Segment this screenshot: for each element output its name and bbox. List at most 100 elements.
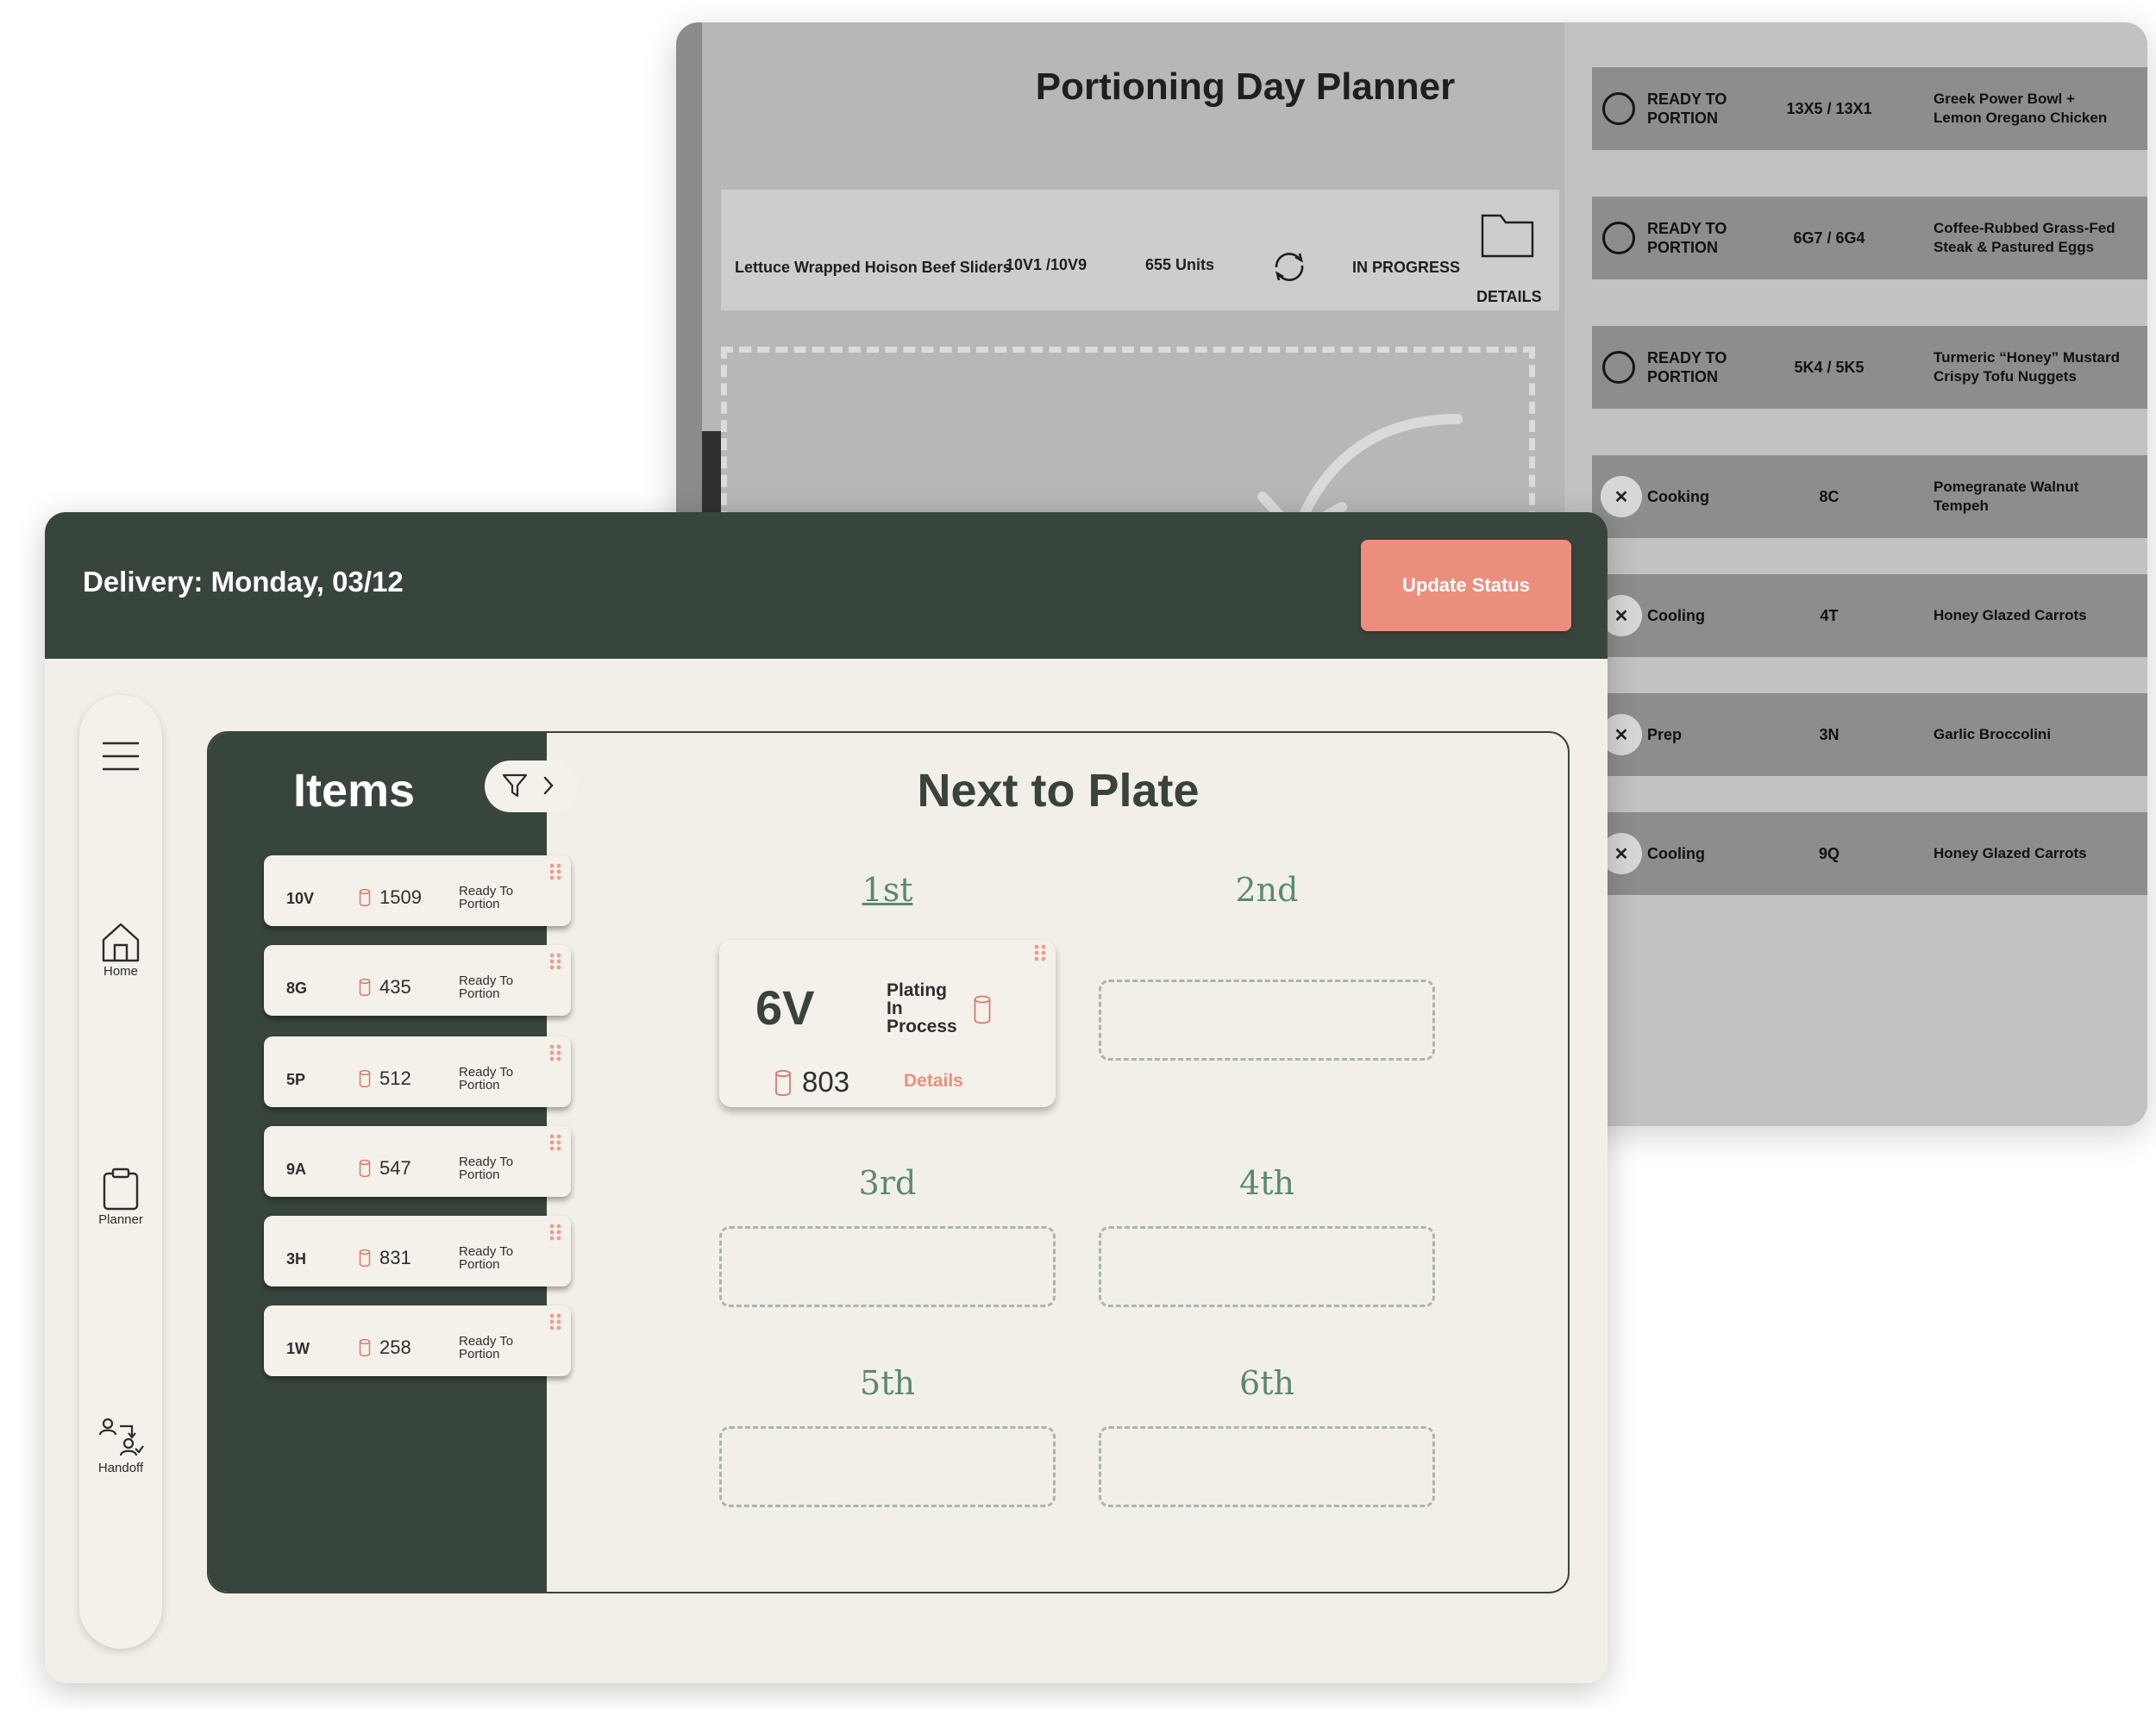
- item-status: Ready To Portion: [459, 1155, 513, 1181]
- drag-handle-icon[interactable]: [548, 1043, 562, 1062]
- queue-row[interactable]: READY TO PORTION 13X5 / 13X1 Greek Power Bo…: [1592, 67, 2147, 150]
- slot-label-1st[interactable]: 1st: [719, 871, 1056, 909]
- container-icon: [359, 888, 371, 907]
- item-count: 512: [379, 1067, 411, 1089]
- slot-label-6th: 6th: [1239, 1364, 1294, 1402]
- item-card[interactable]: 8G 435 Ready To Portion: [264, 945, 571, 1016]
- item-card[interactable]: 5P 512 Ready To Portion: [264, 1036, 571, 1107]
- folder-icon[interactable]: [1480, 209, 1535, 259]
- item-code: 8G: [286, 980, 308, 997]
- queue-status: READY TO PORTION: [1647, 326, 1768, 409]
- empty-slot-3rd[interactable]: [719, 1226, 1056, 1307]
- item-status-line: Portion: [459, 1078, 500, 1092]
- home-icon: [102, 923, 140, 962]
- active-item-status: Plating In Process: [887, 981, 981, 1036]
- current-batch-row[interactable]: Lettuce Wrapped Hoison Beef Sliders 10V1…: [721, 190, 1559, 310]
- active-item-code: 6V: [755, 980, 815, 1035]
- active-plate-card[interactable]: 6V Plating In Process 803 Details: [719, 940, 1056, 1107]
- batch-queue-panel: READY TO PORTION 13X5 / 13X1 Greek Power Bo…: [1564, 22, 2147, 1126]
- item-card[interactable]: 3H 831 Ready To Portion: [264, 1216, 571, 1286]
- empty-slot-6th[interactable]: [1099, 1426, 1435, 1507]
- queue-row[interactable]: ✕ Cooking 8C Pomegranate Walnut Tempeh: [1592, 455, 2147, 538]
- update-status-button[interactable]: Update Status: [1361, 540, 1571, 631]
- chevron-right-icon: [543, 776, 554, 795]
- item-status: Ready To Portion: [459, 974, 513, 1000]
- queue-status: READY TO PORTION: [1647, 197, 1768, 279]
- queue-code: 6G7 / 6G4: [1793, 228, 1865, 247]
- active-details-link[interactable]: Details: [904, 1071, 963, 1092]
- drag-handle-icon[interactable]: [548, 1223, 562, 1242]
- container-icon: [359, 1159, 371, 1178]
- status-circle-icon[interactable]: [1602, 351, 1635, 384]
- active-status-line: In: [887, 998, 903, 1018]
- item-card[interactable]: 9A 547 Ready To Portion: [264, 1126, 571, 1197]
- item-count: 547: [379, 1157, 411, 1179]
- item-card[interactable]: 1W 258 Ready To Portion: [264, 1305, 571, 1376]
- queue-code: 13X5 / 13X1: [1786, 99, 1872, 117]
- item-status: Ready To Portion: [459, 1245, 513, 1271]
- queue-status-line: Cooking: [1647, 488, 1709, 505]
- close-icon[interactable]: ✕: [1601, 476, 1642, 517]
- sidebar-label-home: Home: [103, 964, 138, 979]
- queue-status: Prep: [1647, 693, 1768, 776]
- sidebar-item-home[interactable]: Home: [79, 921, 162, 979]
- queue-item-line: Garlic Broccolini: [1934, 726, 2052, 742]
- current-batch-details-link[interactable]: DETAILS: [1476, 288, 1542, 306]
- item-status: Ready To Portion: [459, 1335, 513, 1361]
- delivery-app-window: Delivery: Monday, 03/12 Update Status Ho…: [45, 512, 1608, 1683]
- hamburger-menu-icon[interactable]: [102, 742, 140, 771]
- queue-row[interactable]: ✕ Prep 3N Garlic Broccolini: [1592, 693, 2147, 776]
- queue-item-line: Honey Glazed Carrots: [1934, 845, 2087, 861]
- filter-button[interactable]: [485, 761, 578, 812]
- item-card[interactable]: 10V 1509 Ready To Portion: [264, 855, 571, 926]
- item-code: 10V: [286, 890, 315, 907]
- slot-label-3rd: 3rd: [858, 1164, 917, 1202]
- sync-icon: [1275, 253, 1304, 281]
- queue-item-name: Honey Glazed Carrots: [1934, 812, 2144, 895]
- queue-item-name: Pomegranate Walnut Tempeh: [1934, 455, 2144, 538]
- queue-status-line: PORTION: [1647, 110, 1719, 127]
- queue-status: Cooling: [1647, 574, 1768, 657]
- sidebar-item-handoff[interactable]: Handoff: [79, 1418, 162, 1475]
- queue-status-line: PORTION: [1647, 239, 1719, 256]
- clipboard-icon: [103, 1168, 139, 1211]
- queue-status-line: Cooling: [1647, 845, 1705, 862]
- queue-row[interactable]: READY TO PORTION 6G7 / 6G4 Coffee-Rubbed Gr…: [1592, 197, 2147, 279]
- sidebar-item-planner[interactable]: Planner: [79, 1168, 162, 1227]
- container-icon: [359, 1069, 371, 1088]
- queue-item-line: Coffee-Rubbed Grass-Fed: [1934, 220, 2115, 236]
- empty-slot-4th[interactable]: [1099, 1226, 1435, 1307]
- current-batch-name: Lettuce Wrapped Hoison Beef Sliders: [735, 259, 1012, 276]
- queue-status-line: Prep: [1647, 726, 1683, 743]
- container-icon: [359, 1249, 371, 1268]
- slot-label-2nd: 2nd: [1235, 871, 1299, 909]
- item-code: 1W: [286, 1340, 310, 1357]
- empty-slot-2nd[interactable]: [1099, 980, 1435, 1061]
- handoff-icon: [98, 1418, 144, 1456]
- drag-handle-icon[interactable]: [1033, 943, 1047, 962]
- queue-row[interactable]: ✕ Cooling 9Q Honey Glazed Carrots: [1592, 812, 2147, 895]
- queue-row[interactable]: ✕ Cooling 4T Honey Glazed Carrots: [1592, 574, 2147, 657]
- drag-handle-icon[interactable]: [548, 1133, 562, 1152]
- item-code: 3H: [286, 1250, 307, 1268]
- sidebar-label-planner: Planner: [98, 1212, 143, 1227]
- drag-handle-icon[interactable]: [548, 1312, 562, 1331]
- active-status-line: Process: [887, 1017, 957, 1036]
- queue-item-line: Tempeh: [1934, 498, 1989, 514]
- app-header: Delivery: Monday, 03/12 Update Status: [45, 512, 1608, 659]
- status-circle-icon[interactable]: [1602, 222, 1635, 254]
- item-status-line: Portion: [459, 1257, 500, 1272]
- drag-handle-icon[interactable]: [548, 862, 562, 881]
- queue-status: READY TO PORTION: [1647, 67, 1768, 150]
- queue-status-line: PORTION: [1647, 368, 1719, 385]
- queue-row[interactable]: READY TO PORTION 5K4 / 5K5 Turmeric “Honey”…: [1592, 326, 2147, 409]
- queue-status: Cooking: [1647, 455, 1768, 538]
- current-batch-units: 655 Units: [1145, 256, 1215, 273]
- status-circle-icon[interactable]: [1602, 92, 1635, 125]
- item-status-line: Portion: [459, 1347, 500, 1362]
- container-icon: [775, 1069, 791, 1097]
- queue-item-line: Steak & Pastured Eggs: [1934, 239, 2095, 255]
- item-count: 1509: [379, 886, 422, 908]
- drag-handle-icon[interactable]: [548, 952, 562, 971]
- empty-slot-5th[interactable]: [719, 1426, 1056, 1507]
